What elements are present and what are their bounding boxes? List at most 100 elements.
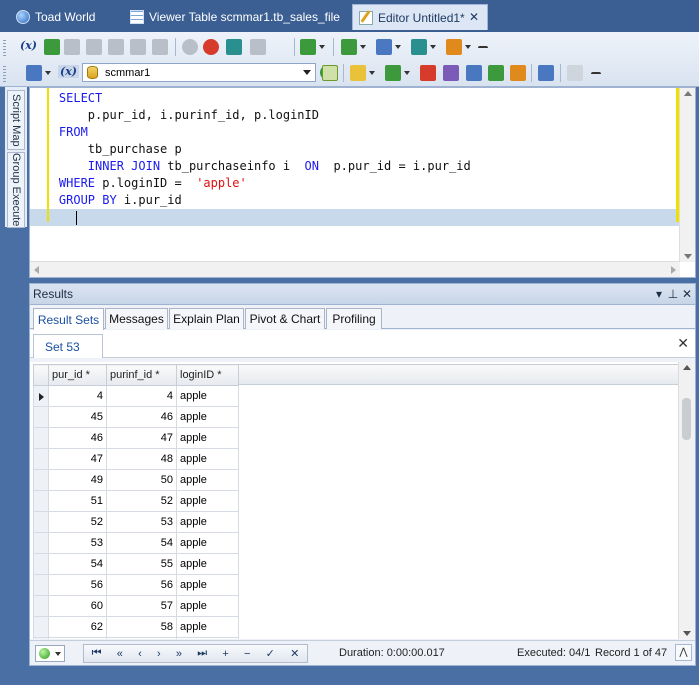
uncomment-block-icon[interactable]: [376, 39, 401, 55]
grid-cell[interactable]: 4: [106, 385, 177, 407]
code-line[interactable]: FROM: [30, 124, 680, 141]
stop-icon[interactable]: [182, 39, 198, 55]
row-indicator[interactable]: [33, 490, 49, 512]
grid-cell[interactable]: 53: [48, 532, 107, 554]
grid-cell[interactable]: apple: [176, 553, 239, 575]
grid-cell[interactable]: apple: [176, 427, 239, 449]
sql-optimizer-icon[interactable]: [420, 65, 436, 81]
table-row[interactable]: 46 47 apple: [33, 427, 239, 449]
row-indicator[interactable]: [33, 448, 49, 470]
debug-icon[interactable]: [250, 39, 266, 55]
table-row[interactable]: [33, 637, 239, 639]
grid-cell[interactable]: 53: [106, 511, 177, 533]
grid-cell[interactable]: [106, 637, 177, 639]
last-record-button[interactable]: ⏭: [197, 647, 207, 660]
table-row[interactable]: 45 46 apple: [33, 406, 239, 428]
row-indicator[interactable]: [33, 469, 49, 491]
editor-horizontal-scrollbar[interactable]: [30, 261, 680, 277]
grid-cell[interactable]: 55: [106, 553, 177, 575]
step-into-icon[interactable]: [130, 39, 146, 55]
compare-icon[interactable]: [488, 65, 504, 81]
prior-record-button[interactable]: ‹: [138, 648, 142, 660]
close-set-icon[interactable]: ✕: [677, 335, 689, 352]
collapse-icon[interactable]: ⋀: [675, 644, 692, 661]
tab-editor-untitled[interactable]: Editor Untitled1* ✕: [352, 4, 488, 30]
grid-cell[interactable]: 46: [48, 427, 107, 449]
tab-script-map[interactable]: Script Map: [7, 90, 25, 150]
prior-page-button[interactable]: «: [117, 648, 123, 660]
grid-cell[interactable]: 45: [48, 406, 107, 428]
sql-editor[interactable]: SELECT p.pur_id, i.purinf_id, p.loginID …: [29, 87, 696, 278]
explain-plan-icon[interactable]: [226, 39, 242, 55]
tab-pivot-chart[interactable]: Pivot & Chart: [245, 308, 325, 329]
data-grid[interactable]: pur_id * purinf_id * loginID * 4 4 apple 45…: [30, 362, 694, 639]
execute-step-icon[interactable]: [64, 39, 80, 55]
table-row[interactable]: 56 56 apple: [33, 574, 239, 596]
grid-cell[interactable]: 57: [106, 595, 177, 617]
sql-code-area[interactable]: SELECT p.pur_id, i.purinf_id, p.loginID …: [30, 88, 680, 263]
row-indicator[interactable]: [33, 406, 49, 428]
connection-select[interactable]: scmmar1: [82, 63, 335, 82]
code-line[interactable]: INNER JOIN tb_purchaseinfo i ON p.pur_id…: [30, 158, 680, 175]
step-over-icon[interactable]: [108, 39, 124, 55]
grid-cell[interactable]: 46: [106, 406, 177, 428]
editor-navigation-icon[interactable]: [26, 65, 51, 81]
tab-result-sets[interactable]: Result Sets: [33, 308, 104, 330]
execute-script-icon[interactable]: [322, 65, 338, 81]
post-edit-button[interactable]: ✓: [266, 647, 275, 660]
grid-cell[interactable]: apple: [176, 532, 239, 554]
scroll-right-icon[interactable]: [671, 266, 676, 274]
next-page-button[interactable]: »: [176, 648, 182, 660]
toolbar-overflow-icon[interactable]: [478, 46, 488, 54]
grid-cell[interactable]: 4: [48, 385, 107, 407]
grid-cell[interactable]: 60: [48, 595, 107, 617]
scrollbar-thumb[interactable]: [682, 398, 691, 440]
code-line[interactable]: WHERE p.loginID = 'apple': [30, 175, 680, 192]
row-indicator[interactable]: [33, 553, 49, 575]
grid-cell[interactable]: apple: [176, 574, 239, 596]
format-code-icon[interactable]: [300, 39, 325, 55]
grid-cell[interactable]: 47: [48, 448, 107, 470]
table-row[interactable]: 51 52 apple: [33, 490, 239, 512]
status-indicator[interactable]: [35, 645, 65, 662]
grid-cell[interactable]: 49: [48, 469, 107, 491]
first-record-button[interactable]: ⏮: [92, 647, 102, 660]
code-line[interactable]: [30, 209, 680, 226]
grid-cell[interactable]: 58: [106, 616, 177, 638]
auto-variables-icon[interactable]: (x): [20, 39, 37, 52]
close-tab-icon[interactable]: ✕: [467, 10, 481, 24]
panel-menu-icon[interactable]: ▾: [653, 287, 665, 301]
grid-cell[interactable]: 54: [106, 532, 177, 554]
grid-cell[interactable]: 56: [48, 574, 107, 596]
scroll-up-icon[interactable]: [683, 365, 691, 370]
schema-browser-icon[interactable]: [510, 65, 526, 81]
outdent-icon[interactable]: [446, 39, 471, 55]
grid-cell[interactable]: apple: [176, 385, 239, 407]
column-header-purinf-id[interactable]: purinf_id *: [106, 364, 177, 386]
close-panel-icon[interactable]: ✕: [681, 287, 693, 301]
sql-tuning-icon[interactable]: [567, 65, 583, 81]
execute-statement-icon[interactable]: [44, 39, 60, 55]
column-header-pur-id[interactable]: pur_id *: [48, 364, 107, 386]
grid-cell[interactable]: apple: [176, 448, 239, 470]
row-indicator[interactable]: [33, 385, 49, 407]
code-line[interactable]: SELECT: [30, 90, 680, 107]
table-row[interactable]: 62 58 apple: [33, 616, 239, 638]
row-indicator[interactable]: [33, 574, 49, 596]
grid-cell[interactable]: 48: [106, 448, 177, 470]
bind-variables-icon[interactable]: (x): [58, 65, 79, 78]
tab-viewer-table[interactable]: Viewer Table scmmar1.tb_sales_file: [124, 4, 346, 30]
column-header-loginid[interactable]: loginID *: [176, 364, 239, 386]
grid-cell[interactable]: 56: [106, 574, 177, 596]
cancel-edit-button[interactable]: ✕: [290, 647, 299, 660]
row-indicator[interactable]: [33, 595, 49, 617]
scroll-down-icon[interactable]: [684, 254, 692, 259]
editor-vertical-scrollbar[interactable]: [679, 88, 695, 262]
row-indicator[interactable]: [33, 637, 49, 639]
grid-cell[interactable]: apple: [176, 406, 239, 428]
tab-toad-world[interactable]: Toad World: [10, 4, 120, 30]
insert-record-button[interactable]: +: [222, 648, 228, 660]
delete-record-button[interactable]: −: [244, 648, 250, 660]
tab-set-53[interactable]: Set 53: [33, 334, 103, 358]
step-out-icon[interactable]: [152, 39, 168, 55]
